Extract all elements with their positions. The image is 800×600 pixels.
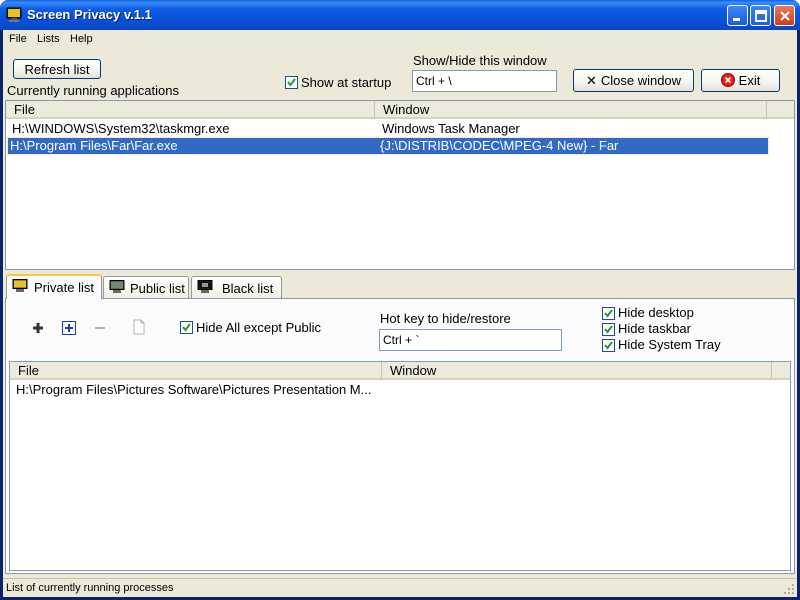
app-window: Screen Privacy v.1.1 File Lists Help Ref… [0, 0, 800, 600]
tabs-area: Private list Public list Black list Hide… [3, 274, 797, 574]
add-window-icon[interactable] [61, 320, 77, 336]
running-apps-list[interactable]: File Window H:\WINDOWS\System32\taskmgr.… [5, 100, 795, 270]
checkmark-icon [604, 309, 613, 318]
row-file: H:\WINDOWS\System32\taskmgr.exe [12, 121, 230, 136]
refresh-list-button[interactable]: Refresh list [13, 59, 101, 79]
hotkey-input[interactable]: Ctrl + ` [379, 329, 562, 351]
window-title: Screen Privacy v.1.1 [27, 7, 152, 22]
hotkey-label: Hot key to hide/restore [380, 311, 511, 326]
maximize-icon [755, 10, 767, 22]
tab-label: Public list [130, 281, 185, 296]
document-icon[interactable] [131, 319, 147, 335]
table-row[interactable]: H:\Program Files\Pictures Software\Pictu… [12, 382, 772, 398]
exit-button[interactable]: Exit [701, 69, 780, 92]
running-apps-label: Currently running applications [7, 83, 179, 98]
hide-system-tray-label: Hide System Tray [618, 337, 721, 352]
checkmark-icon [604, 341, 613, 350]
exit-icon [720, 73, 735, 87]
row-file: H:\Program Files\Far\Far.exe [10, 138, 178, 153]
checkmark-icon [604, 325, 613, 334]
hide-taskbar-checkbox[interactable] [602, 323, 615, 336]
close-icon [780, 11, 790, 21]
table-row[interactable]: H:\WINDOWS\System32\taskmgr.exe Windows … [8, 121, 768, 137]
column-window[interactable]: Window [382, 362, 772, 379]
column-window[interactable]: Window [375, 101, 767, 118]
show-at-startup-checkbox[interactable] [285, 76, 298, 89]
row-window: {J:\DISTRIB\CODEC\MPEG-4 New} - Far [380, 138, 619, 153]
hide-desktop-checkbox[interactable] [602, 307, 615, 320]
minimize-button[interactable] [727, 5, 748, 26]
menu-help[interactable]: Help [70, 33, 93, 45]
tab-label: Private list [34, 280, 94, 295]
tab-private-list[interactable]: Private list [6, 274, 102, 299]
row-file: H:\Program Files\Pictures Software\Pictu… [16, 382, 372, 397]
showhide-label: Show/Hide this window [413, 53, 547, 68]
black-monitor-icon [197, 280, 213, 293]
resize-grip-icon[interactable] [783, 583, 795, 595]
title-bar[interactable]: Screen Privacy v.1.1 [0, 0, 800, 30]
hide-all-except-public-label: Hide All except Public [196, 320, 322, 335]
row-window: Windows Task Manager [382, 121, 520, 136]
hide-taskbar-label: Hide taskbar [618, 321, 691, 336]
x-icon: ✕ [585, 73, 597, 88]
close-window-label: Close window [600, 73, 682, 88]
checkmark-icon [182, 323, 191, 332]
monitor-icon [12, 279, 28, 292]
minimize-icon [733, 18, 740, 21]
monitor-icon [109, 280, 125, 293]
status-text: List of currently running processes [6, 582, 174, 594]
hide-system-tray-checkbox[interactable] [602, 339, 615, 352]
showhide-hotkey-input[interactable]: Ctrl + \ [412, 70, 557, 92]
checkmark-icon [287, 78, 296, 87]
list-header: File Window [10, 362, 790, 380]
status-bar: List of currently running processes [3, 578, 797, 597]
remove-icon[interactable] [92, 320, 108, 336]
tab-label: Black list [222, 281, 274, 296]
tab-black-list[interactable]: Black list [191, 276, 282, 298]
maximize-button[interactable] [750, 5, 771, 26]
add-icon[interactable] [30, 320, 46, 336]
column-file[interactable]: File [6, 101, 375, 118]
menu-lists[interactable]: Lists [37, 33, 60, 45]
private-apps-list[interactable]: File Window H:\Program Files\Pictures So… [9, 361, 791, 571]
table-row-selected[interactable]: H:\Program Files\Far\Far.exe {J:\DISTRIB… [7, 137, 769, 155]
menu-file[interactable]: File [9, 33, 27, 45]
exit-label: Exit [738, 73, 761, 88]
column-file[interactable]: File [10, 362, 382, 379]
close-window-button[interactable]: ✕ Close window [573, 69, 694, 92]
private-list-page: Hide All except Public Hot key to hide/r… [5, 298, 795, 574]
client-area: File Lists Help Refresh list Currently r… [3, 30, 797, 597]
hide-all-except-public-checkbox[interactable] [180, 321, 193, 334]
close-button[interactable] [774, 5, 795, 26]
menu-bar: File Lists Help [3, 30, 797, 50]
tab-public-list[interactable]: Public list [103, 276, 189, 298]
hide-desktop-label: Hide desktop [618, 305, 694, 320]
list-header: File Window [6, 101, 794, 119]
app-monitor-icon [6, 7, 22, 22]
show-at-startup-label: Show at startup [301, 75, 392, 90]
